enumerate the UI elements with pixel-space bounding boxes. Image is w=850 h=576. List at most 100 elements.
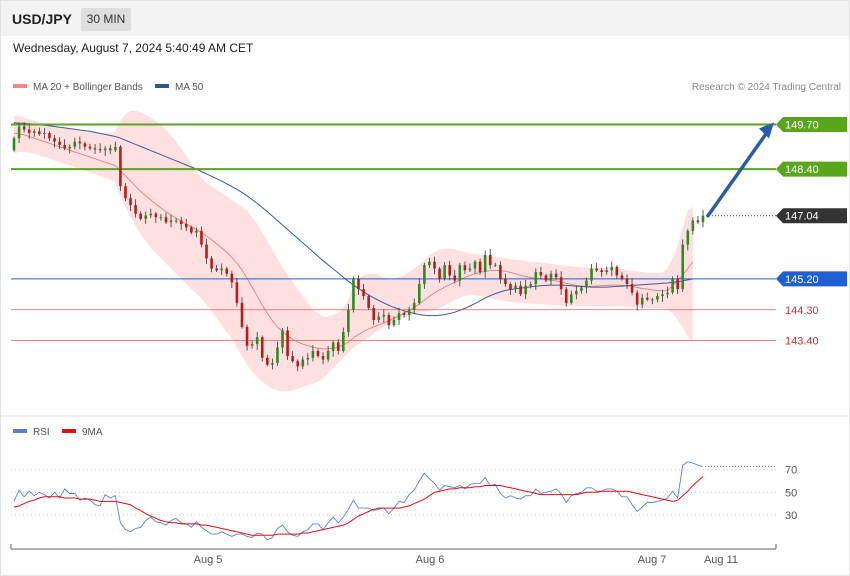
candle-body <box>407 309 411 315</box>
candle-body <box>478 261 482 273</box>
candle-body <box>564 289 568 303</box>
candle-body <box>549 273 553 281</box>
candle-body <box>144 215 148 219</box>
candle-body <box>164 217 168 223</box>
candle-body <box>681 244 685 290</box>
candle-body <box>605 270 609 273</box>
candle-body <box>195 230 198 233</box>
candle-body <box>316 350 320 357</box>
candle-body <box>210 258 213 269</box>
candle-body <box>357 278 360 290</box>
candle-body <box>544 275 548 281</box>
candle-body <box>230 273 234 283</box>
bollinger-band-area <box>14 110 693 392</box>
ma20-legend-swatch <box>13 84 27 88</box>
candle-body <box>382 314 386 317</box>
candle <box>701 209 705 228</box>
candle-body <box>569 294 573 303</box>
resistance-tag-label: 148.40 <box>785 164 819 176</box>
candle-body <box>184 223 188 228</box>
candle-body <box>169 220 173 223</box>
candle-body <box>336 342 340 351</box>
x-tick-label: Aug 5 <box>194 554 223 566</box>
candle-body <box>220 268 224 271</box>
candle-body <box>519 285 522 295</box>
support-label: 143.40 <box>785 336 819 348</box>
candle-body <box>149 213 153 216</box>
candle-body <box>83 143 87 147</box>
rsi-ma-legend-swatch <box>62 429 76 433</box>
candle-body <box>686 230 690 245</box>
candle-body <box>438 268 441 279</box>
candle-body <box>281 330 284 348</box>
candle-body <box>372 308 375 321</box>
candle-body <box>610 266 614 271</box>
support-label: 144.30 <box>785 305 819 317</box>
pivot-tag-label: 145.20 <box>785 274 819 286</box>
candle-body <box>529 284 533 286</box>
candle-body <box>342 332 345 351</box>
candle-body <box>17 126 21 139</box>
ma50-legend-label: MA 50 <box>175 82 204 93</box>
rsi-legend-label: RSI <box>33 427 50 438</box>
candle-body <box>124 186 127 199</box>
candle-body <box>645 297 649 300</box>
candle-body <box>402 313 406 315</box>
candle-body <box>534 272 538 285</box>
candle-body <box>266 357 269 365</box>
candle-body <box>448 265 451 276</box>
candle-body <box>559 277 563 290</box>
candle-body <box>134 205 137 214</box>
candle <box>387 312 391 329</box>
candle-body <box>139 213 142 219</box>
candle-body <box>392 320 396 326</box>
candle-body <box>620 275 624 279</box>
candle-body <box>32 131 36 134</box>
candle-body <box>129 198 132 206</box>
x-tick-label: Aug 11 <box>704 554 738 566</box>
candle-body <box>58 141 61 146</box>
candle-body <box>625 278 629 285</box>
candle-body <box>174 220 178 222</box>
candle-body <box>114 146 117 151</box>
candle-body <box>580 287 583 291</box>
candle-body <box>701 215 705 223</box>
candle <box>696 216 700 224</box>
candle-body <box>514 285 517 290</box>
rsi-ma-legend-label: 9MA <box>82 427 103 438</box>
candle-body <box>554 273 558 278</box>
candle-body <box>463 265 467 271</box>
candle <box>681 239 685 292</box>
candle-body <box>575 290 578 295</box>
candle-body <box>240 302 244 327</box>
candle-body <box>235 282 239 303</box>
candle-body <box>468 268 472 271</box>
candle-body <box>666 292 669 295</box>
candle-body <box>53 138 56 142</box>
candle-body <box>417 284 421 303</box>
candle-body <box>458 265 462 281</box>
candle-body <box>73 141 77 147</box>
candle-body <box>347 309 350 333</box>
candle-body <box>200 230 203 245</box>
rsi-tick-label: 70 <box>785 465 797 477</box>
candle-body <box>103 148 107 151</box>
candle-body <box>108 148 112 151</box>
candle-body <box>539 272 543 276</box>
candle-body <box>433 261 436 269</box>
candle-body <box>443 265 446 279</box>
candle-body <box>12 138 16 151</box>
ma20-legend-label: MA 20 + Bollinger Bands <box>33 82 143 93</box>
rsi-tick-label: 30 <box>785 510 797 522</box>
candle-body <box>88 146 92 149</box>
candle-body <box>215 268 218 271</box>
candle <box>12 136 16 152</box>
candle-body <box>98 149 102 151</box>
candle-body <box>499 265 502 279</box>
candle-body <box>311 350 315 358</box>
candle-body <box>473 261 477 269</box>
candle-body <box>362 289 365 297</box>
candle-body <box>661 294 664 297</box>
candle-body <box>331 342 335 351</box>
x-tick-label: Aug 7 <box>638 554 667 566</box>
